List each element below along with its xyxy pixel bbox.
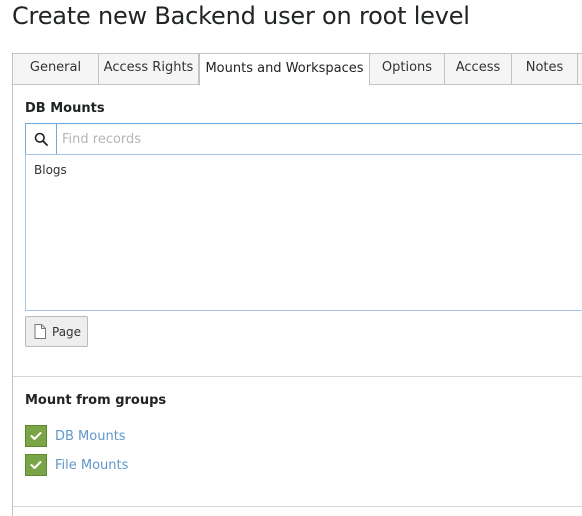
db-mounts-label: DB Mounts — [25, 101, 105, 116]
tab-mounts-and-workspaces[interactable]: Mounts and Workspaces — [199, 53, 370, 86]
tab-access[interactable]: Access — [445, 53, 512, 85]
tab-bar: General Access Rights Mounts and Workspa… — [12, 53, 582, 86]
checkbox-db-mounts[interactable] — [25, 425, 47, 447]
checkbox-file-mounts[interactable] — [25, 454, 47, 476]
checkbox-label-file-mounts[interactable]: File Mounts — [55, 458, 128, 473]
find-records-search — [25, 123, 582, 155]
page-title: Create new Backend user on root level — [12, 2, 470, 30]
tab-access-rights[interactable]: Access Rights — [99, 53, 199, 85]
checkbox-label-db-mounts[interactable]: DB Mounts — [55, 429, 126, 444]
add-page-button[interactable]: Page — [25, 316, 88, 347]
db-mounts-list[interactable]: Blogs — [25, 154, 582, 311]
section-divider — [13, 506, 582, 507]
search-icon[interactable] — [26, 124, 57, 154]
list-item[interactable]: Blogs — [34, 163, 67, 177]
check-icon — [30, 432, 42, 440]
section-divider — [13, 376, 582, 377]
tab-notes[interactable]: Notes — [512, 53, 578, 85]
tab-options[interactable]: Options — [370, 53, 445, 85]
add-page-button-label: Page — [52, 324, 82, 339]
tab-content: DB Mounts Blogs Page Mount from groups — [12, 85, 582, 516]
find-records-input[interactable] — [57, 124, 577, 154]
mount-option-db-mounts[interactable]: DB Mounts — [25, 425, 126, 447]
tab-general[interactable]: General — [13, 53, 99, 85]
page-icon — [34, 324, 46, 339]
mount-option-file-mounts[interactable]: File Mounts — [25, 454, 128, 476]
mount-from-groups-label: Mount from groups — [25, 393, 167, 408]
check-icon — [30, 461, 42, 469]
